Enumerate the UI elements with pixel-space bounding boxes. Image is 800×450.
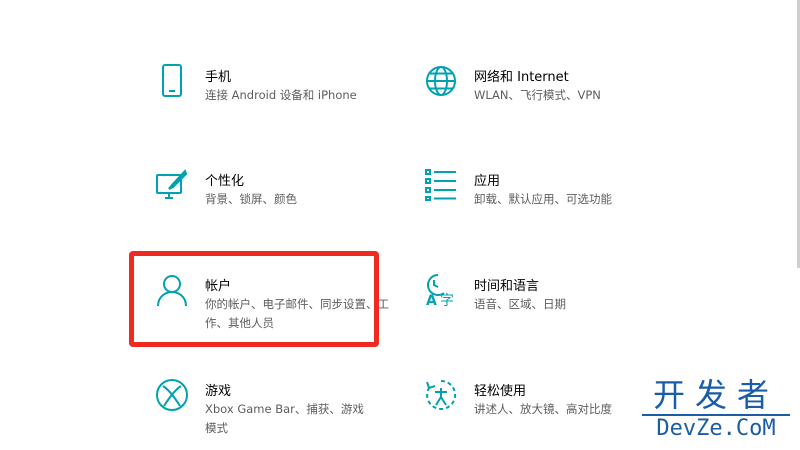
svg-text:字: 字 (440, 293, 454, 307)
tile-ease-of-access-title: 轻松使用 (474, 384, 527, 399)
tile-network-title: 网络和 Internet (474, 70, 569, 85)
tile-phone-title: 手机 (205, 70, 232, 85)
personalization-icon (155, 168, 189, 202)
tile-phone-desc: 连接 Android 设备和 iPhone (205, 88, 357, 102)
tile-network-desc: WLAN、飞行模式、VPN (474, 88, 601, 102)
watermark-cn: 开发者 (642, 378, 790, 416)
time-language-icon: A 字 (424, 273, 458, 307)
tile-apps-desc: 卸载、默认应用、可选功能 (474, 192, 612, 206)
tile-personalization-desc: 背景、锁屏、颜色 (205, 192, 297, 206)
phone-icon (155, 64, 189, 98)
svg-text:A: A (426, 293, 437, 307)
tile-gaming[interactable]: 游戏 Xbox Game Bar、捕获、游戏模式 (155, 378, 395, 448)
ease-of-access-icon (424, 378, 458, 412)
tile-ease-of-access[interactable]: 轻松使用 讲述人、放大镜、高对比度 (424, 378, 664, 448)
globe-icon (424, 64, 458, 98)
apps-list-icon (424, 168, 458, 202)
tile-apps-title: 应用 (474, 174, 501, 189)
xbox-icon (155, 378, 189, 412)
watermark-en: DevZe.CoM (656, 416, 776, 441)
tile-gaming-desc: Xbox Game Bar、捕获、游戏模式 (205, 402, 364, 435)
tile-apps[interactable]: 应用 卸载、默认应用、可选功能 (424, 168, 664, 238)
settings-page: 手机 连接 Android 设备和 iPhone 网络和 Internet WL… (0, 0, 800, 450)
tile-time-language[interactable]: A 字 时间和语言 语音、区域、日期 (424, 273, 664, 343)
tile-time-language-title: 时间和语言 (474, 279, 540, 294)
highlight-box (129, 251, 379, 347)
tile-ease-of-access-desc: 讲述人、放大镜、高对比度 (474, 402, 612, 416)
watermark: 开发者 DevZe.CoM (642, 378, 790, 442)
tile-gaming-title: 游戏 (205, 384, 232, 399)
tile-time-language-desc: 语音、区域、日期 (474, 297, 566, 311)
tile-personalization[interactable]: 个性化 背景、锁屏、颜色 (155, 168, 395, 238)
tile-phone[interactable]: 手机 连接 Android 设备和 iPhone (155, 64, 395, 134)
tile-personalization-title: 个性化 (205, 174, 245, 189)
tile-network[interactable]: 网络和 Internet WLAN、飞行模式、VPN (424, 64, 664, 134)
